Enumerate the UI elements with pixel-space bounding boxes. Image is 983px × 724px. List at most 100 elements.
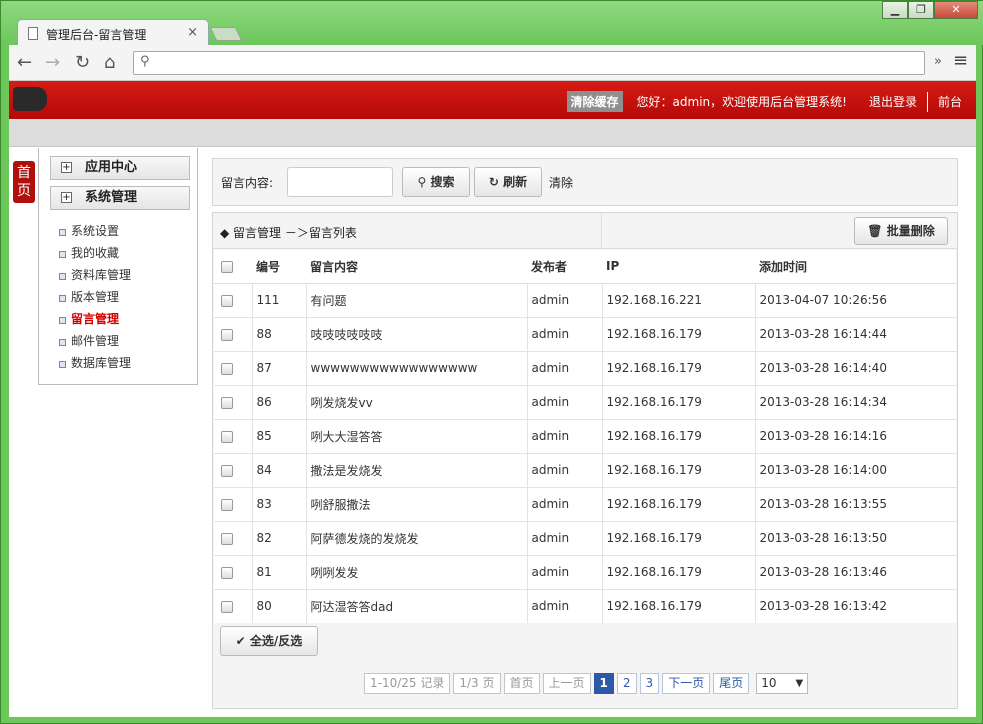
cell-time: 2013-03-28 16:13:42 [754, 588, 956, 623]
row-checkbox-cell [214, 554, 252, 589]
home-tab[interactable]: 首页 [13, 161, 35, 203]
row-checkbox-cell [214, 486, 252, 521]
row-checkbox[interactable] [221, 600, 233, 613]
row-checkbox[interactable] [221, 362, 233, 375]
prev-page-button[interactable]: 上一页 [542, 673, 591, 694]
sidebar-item-library[interactable]: 资料库管理 [59, 264, 131, 286]
table-header-row: 编号 留言内容 发布者 IP 添加时间 [214, 250, 956, 284]
cell-content: 撒法是发烧发 [305, 452, 527, 487]
page-1-button[interactable]: 1 [593, 673, 614, 694]
cell-id: 111 [251, 282, 306, 317]
back-icon[interactable]: ← [17, 52, 32, 73]
row-checkbox[interactable] [221, 566, 233, 579]
search-button[interactable]: ⚲ 搜索 [402, 167, 470, 197]
home-icon[interactable]: ⌂ [104, 52, 115, 73]
maximize-button[interactable]: ❐ [908, 1, 934, 19]
row-checkbox[interactable] [221, 532, 233, 545]
message-list-panel: ◆ 留言管理 －＞留言列表 🗑 批量删除 编号 留言内容 发布者 IP 添加时间 [212, 212, 958, 709]
batch-delete-label: 批量删除 [886, 224, 935, 238]
sidebar-item-database[interactable]: 数据库管理 [59, 352, 131, 374]
batch-delete-button[interactable]: 🗑 批量删除 [854, 217, 948, 245]
table-row[interactable]: 111 有问题 admin 192.168.16.221 2013-04-07 10:2… [214, 282, 956, 317]
sidebar-group-label: 系统管理 [85, 190, 138, 205]
browser-window: 管理后台-留言管理 × ▁ ❐ ✕ ← → ↻ ⌂ ⚲ » ≡ 清除缓存 您好：… [0, 0, 983, 724]
logout-link[interactable]: 退出登录 [869, 93, 917, 110]
cell-ip: 192.168.16.179 [601, 554, 755, 589]
last-page-button[interactable]: 尾页 [713, 673, 750, 694]
page-3-button[interactable]: 3 [639, 673, 660, 694]
cell-ip: 192.168.16.179 [601, 350, 755, 385]
browser-tab[interactable]: 管理后台-留言管理 × [17, 19, 209, 47]
cell-publisher: admin [526, 486, 602, 521]
sidebar-group-system[interactable]: + 系统管理 [50, 186, 190, 210]
row-checkbox[interactable] [221, 430, 233, 443]
table-row[interactable]: 80 阿达湿答答dad admin 192.168.16.179 2013-03-28 … [214, 588, 956, 623]
message-search-input[interactable] [287, 167, 393, 197]
more-bookmarks-icon[interactable]: » [934, 54, 942, 69]
frontend-link[interactable]: 前台 [938, 93, 962, 110]
sidebar-item-mail[interactable]: 邮件管理 [59, 330, 131, 352]
table-row[interactable]: 87 wwwwwwwwwwwwwwwww admin 192.168.16.179 20… [214, 350, 956, 385]
cell-id: 81 [251, 554, 306, 589]
select-all-checkbox[interactable] [221, 260, 233, 273]
sidebar-group-app-center[interactable]: + 应用中心 [50, 156, 190, 180]
row-checkbox[interactable] [221, 464, 233, 477]
cell-id: 84 [251, 452, 306, 487]
close-window-button[interactable]: ✕ [934, 1, 978, 19]
cell-content: wwwwwwwwwwwwwwwww [305, 350, 527, 385]
row-checkbox[interactable] [221, 396, 233, 409]
sidebar-item-messages[interactable]: 留言管理 [59, 308, 131, 330]
tab-close-icon[interactable]: × [187, 25, 198, 40]
row-checkbox-cell [214, 452, 252, 487]
row-checkbox-cell [214, 418, 252, 453]
table-row[interactable]: 85 咧大大湿答答 admin 192.168.16.179 2013-03-28 16… [214, 418, 956, 453]
row-checkbox[interactable] [221, 294, 233, 307]
search-icon: ⚲ [140, 54, 150, 69]
logo [13, 87, 47, 111]
header-divider [601, 213, 602, 249]
new-tab-button[interactable] [209, 27, 243, 41]
sidebar-item-system-settings[interactable]: 系统设置 [59, 220, 131, 242]
row-checkbox[interactable] [221, 328, 233, 341]
table-row[interactable]: 82 阿萨德发烧的发烧发 admin 192.168.16.179 2013-03-28… [214, 520, 956, 555]
forward-icon[interactable]: → [45, 52, 60, 73]
row-checkbox-cell [214, 350, 252, 385]
check-icon: ✔ [235, 634, 246, 648]
sidebar-item-versions[interactable]: 版本管理 [59, 286, 131, 308]
cell-ip: 192.168.16.179 [601, 486, 755, 521]
table-row[interactable]: 86 咧发烧发vv admin 192.168.16.179 2013-03-28 16… [214, 384, 956, 419]
cell-publisher: admin [526, 282, 602, 317]
cell-content: 咧大大湿答答 [305, 418, 527, 453]
cell-time: 2013-03-28 16:14:34 [754, 384, 956, 419]
column-header-id: 编号 [252, 250, 306, 284]
page-2-button[interactable]: 2 [616, 673, 637, 694]
cell-ip: 192.168.16.179 [601, 384, 755, 419]
cell-ip: 192.168.16.221 [601, 282, 755, 317]
table-row[interactable]: 83 咧舒服撒法 admin 192.168.16.179 2013-03-28 16:… [214, 486, 956, 521]
clear-link[interactable]: 清除 [549, 174, 573, 191]
cell-ip: 192.168.16.179 [601, 520, 755, 555]
next-page-button[interactable]: 下一页 [662, 673, 711, 694]
table-row[interactable]: 88 吱吱吱吱吱吱 admin 192.168.16.179 2013-03-28 16… [214, 316, 956, 351]
cell-content: 阿达湿答答dad [305, 588, 527, 623]
reload-icon[interactable]: ↻ [75, 52, 90, 73]
row-checkbox-cell [214, 282, 252, 317]
sidebar-item-favorites[interactable]: 我的收藏 [59, 242, 131, 264]
first-page-button[interactable]: 首页 [503, 673, 540, 694]
document-icon [28, 27, 38, 40]
table-row[interactable]: 81 咧咧发发 admin 192.168.16.179 2013-03-28 16:1… [214, 554, 956, 589]
site-header: 清除缓存 您好：admin，欢迎使用后台管理系统! 退出登录 前台 [9, 81, 976, 119]
browser-menu-icon[interactable]: ≡ [953, 50, 968, 71]
column-header-content: 留言内容 [306, 250, 527, 284]
refresh-button[interactable]: ↻ 刷新 [474, 167, 542, 197]
clear-cache-button[interactable]: 清除缓存 [566, 91, 623, 112]
row-checkbox[interactable] [221, 498, 233, 511]
search-button-label: 搜索 [430, 175, 455, 189]
message-table-body: 111 有问题 admin 192.168.16.221 2013-04-07 10:2… [214, 282, 956, 623]
minimize-button[interactable]: ▁ [882, 1, 908, 19]
cell-id: 88 [251, 316, 306, 351]
select-all-toggle-button[interactable]: ✔ 全选/反选 [220, 626, 318, 656]
table-row[interactable]: 84 撒法是发烧发 admin 192.168.16.179 2013-03-28 16… [214, 452, 956, 487]
address-bar[interactable]: ⚲ [133, 51, 925, 75]
page-size-select[interactable]: 10 ▼ [756, 673, 809, 694]
